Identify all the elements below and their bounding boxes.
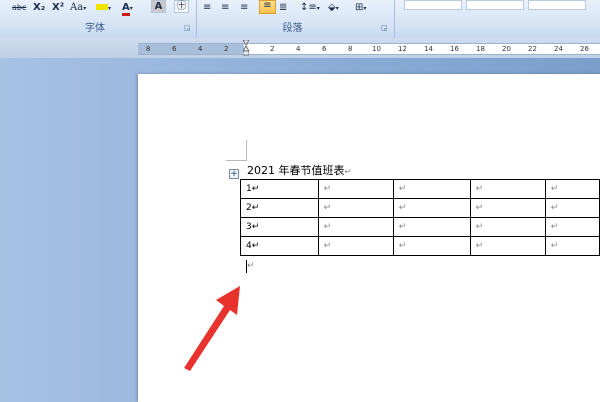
justify-icon: ≡: [263, 0, 272, 11]
align-center-button[interactable]: ≡: [221, 0, 235, 16]
table-cell[interactable]: ↵: [469, 198, 546, 218]
table-cell[interactable]: ↵: [392, 198, 471, 218]
subscript-button[interactable]: X₂: [33, 0, 47, 16]
style-gallery-item[interactable]: [466, 0, 524, 10]
highlighter-icon: [96, 4, 108, 10]
superscript-button[interactable]: X²: [52, 0, 66, 16]
table-cell[interactable]: ↵: [469, 236, 546, 256]
enclose-character-icon: ㊉: [176, 1, 187, 12]
chevron-down-icon: ▾: [316, 5, 320, 12]
align-right-button[interactable]: ≡: [240, 0, 254, 16]
ruler-number: 24: [554, 45, 563, 53]
table-row: 3↵ ↵ ↵ ↵ ↵: [240, 217, 600, 237]
subscript-label: X₂: [33, 2, 46, 13]
chevron-down-icon: ▾: [83, 5, 87, 12]
table-cell[interactable]: 1↵: [240, 179, 319, 199]
superscript-label: X²: [52, 2, 65, 13]
table-move-handle-icon[interactable]: +: [229, 169, 239, 179]
table-cell[interactable]: ↵: [392, 179, 471, 199]
document-title-text: 2021 年春节值班表: [247, 164, 345, 177]
table-cell[interactable]: 4↵: [240, 236, 319, 256]
ruler-number: 20: [502, 45, 511, 53]
align-left-button[interactable]: ≡: [203, 0, 217, 16]
chevron-down-icon: ▾: [363, 5, 367, 12]
table-row: 4↵ ↵ ↵ ↵ ↵: [240, 236, 600, 256]
chevron-down-icon: ▾: [335, 5, 339, 12]
highlight-button[interactable]: ▾: [96, 0, 116, 16]
table-cell[interactable]: ↵: [544, 217, 600, 237]
ruler-number: 12: [398, 45, 407, 53]
ruler-number: 4: [198, 45, 203, 53]
change-case-button[interactable]: Aa▾: [70, 0, 90, 16]
ruler-number: 26: [580, 45, 589, 53]
font-color-label: A: [122, 2, 130, 16]
line-spacing-button[interactable]: ↕≡▾: [300, 0, 322, 16]
ribbon: abc X₂ X² Aa▾ ▾ A▾ A ㊉ 字体 ◲ ≡ ≡ ≡ ≡ ≣ ↕≡…: [0, 0, 600, 39]
ruler-number: 2: [270, 45, 275, 53]
chevron-down-icon: ▾: [108, 5, 112, 12]
distributed-button[interactable]: ≣: [279, 0, 293, 16]
ruler-number: 4: [296, 45, 301, 53]
horizontal-ruler[interactable]: 8 6 4 2 2 4 6 8 10 12 14 16 18 20 22 24 …: [0, 38, 600, 58]
character-shading-label: A: [154, 1, 163, 12]
paragraph-mark: ↵: [247, 261, 255, 271]
font-color-button[interactable]: A▾: [122, 0, 142, 16]
ruler-strip: 8 6 4 2 2 4 6 8 10 12 14 16 18 20 22 24 …: [138, 43, 600, 55]
ribbon-separator: [196, 0, 197, 38]
ruler-number: 6: [172, 45, 177, 53]
paragraph-mark: ↵: [344, 167, 352, 176]
shading-button[interactable]: ⬙▾: [328, 0, 348, 16]
ruler-number: 2: [224, 45, 229, 53]
change-case-label: Aa: [70, 2, 84, 13]
align-right-icon: ≡: [240, 2, 249, 13]
character-shading-button[interactable]: A: [151, 0, 166, 13]
table-cell[interactable]: ↵: [544, 236, 600, 256]
table-cell[interactable]: ↵: [392, 217, 471, 237]
ruler-number: 10: [372, 45, 381, 53]
ruler-number: 8: [348, 45, 353, 53]
ruler-number: 6: [322, 45, 327, 53]
table-row: 2↵ ↵ ↵ ↵ ↵: [240, 198, 600, 218]
justify-button[interactable]: ≡: [259, 0, 276, 14]
ruler-number: 8: [146, 45, 151, 53]
strikethrough-label: abc: [12, 3, 27, 12]
table-cell[interactable]: ↵: [469, 179, 546, 199]
table-cell[interactable]: ↵: [544, 198, 600, 218]
table-cell[interactable]: ↵: [317, 198, 394, 218]
strikethrough-button[interactable]: abc: [12, 0, 30, 16]
ruler-number: 22: [528, 45, 537, 53]
align-left-icon: ≡: [203, 2, 212, 13]
table-cell[interactable]: ↵: [317, 179, 394, 199]
red-arrow-annotation-icon: [184, 286, 240, 371]
duty-schedule-table[interactable]: 1↵ ↵ ↵ ↵ ↵ 2↵ ↵ ↵ ↵ ↵ 3↵ ↵ ↵ ↵ ↵ 4↵ ↵ ↵ …: [240, 179, 600, 256]
document-title[interactable]: 2021 年春节值班表↵: [247, 163, 351, 179]
paragraph-dialog-launcher-icon[interactable]: ◲: [381, 24, 389, 32]
table-cell[interactable]: 2↵: [240, 198, 319, 218]
line-spacing-icon: ↕≡: [300, 2, 317, 13]
paint-bucket-icon: ⬙: [328, 2, 336, 13]
table-cell[interactable]: 3↵: [240, 217, 319, 237]
ribbon-separator: [394, 0, 395, 38]
ruler-number: 16: [450, 45, 459, 53]
table-cell[interactable]: ↵: [317, 217, 394, 237]
chevron-down-icon: ▾: [129, 5, 133, 12]
paragraph-group-label: 段落: [282, 23, 303, 34]
table-cell[interactable]: ↵: [469, 217, 546, 237]
distributed-icon: ≣: [279, 2, 288, 13]
ruler-number: 14: [424, 45, 433, 53]
table-row: 1↵ ↵ ↵ ↵ ↵: [240, 179, 600, 199]
borders-button[interactable]: ⊞▾: [355, 0, 377, 16]
enclose-character-button[interactable]: ㊉: [174, 0, 189, 13]
style-gallery-item[interactable]: [404, 0, 462, 10]
align-center-icon: ≡: [221, 2, 230, 13]
table-cell[interactable]: ↵: [544, 179, 600, 199]
table-cell[interactable]: ↵: [392, 236, 471, 256]
table-cell[interactable]: ↵: [317, 236, 394, 256]
page-margin-corner-mark: [226, 140, 247, 161]
style-gallery-item[interactable]: [528, 0, 586, 10]
indent-marker-icon[interactable]: [243, 40, 249, 56]
font-group-label: 字体: [85, 23, 105, 34]
font-dialog-launcher-icon[interactable]: ◲: [184, 24, 192, 32]
ruler-number: 18: [476, 45, 485, 53]
